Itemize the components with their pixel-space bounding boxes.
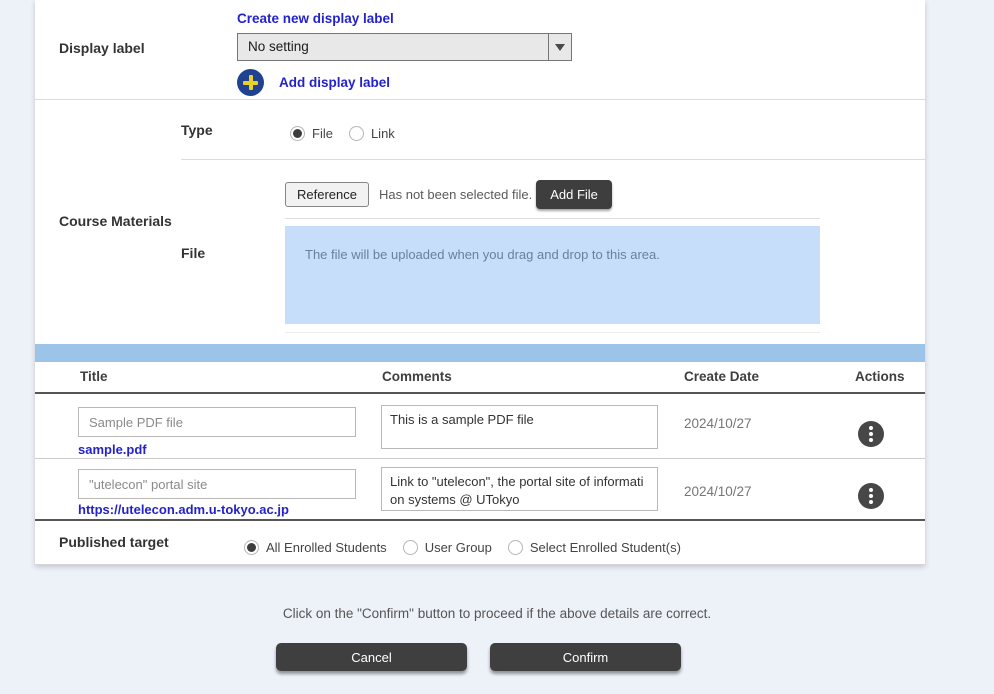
display-label-select[interactable]: No setting xyxy=(237,33,572,61)
materials-table-header: Title Comments Create Date Actions xyxy=(35,362,925,394)
create-date: 2024/10/27 xyxy=(684,416,752,431)
comment-box[interactable]: Link to "utelecon", the portal site of i… xyxy=(381,467,658,511)
radio-select-enrolled-students[interactable] xyxy=(508,540,523,555)
no-file-selected-text: Has not been selected file. xyxy=(379,187,532,202)
display-label-content: Create new display label No setting Add … xyxy=(237,10,572,96)
type-radio-group: File Link xyxy=(290,126,395,141)
display-label-heading: Display label xyxy=(59,40,145,56)
file-heading: File xyxy=(181,245,205,261)
title-input[interactable] xyxy=(78,469,356,499)
column-header-comments: Comments xyxy=(382,362,452,392)
reference-button[interactable]: Reference xyxy=(285,182,369,207)
file-link[interactable]: https://utelecon.adm.u-tokyo.ac.jp xyxy=(78,502,289,517)
radio-select-enrolled-students-label: Select Enrolled Student(s) xyxy=(530,540,681,555)
display-label-section: Display label Create new display label N… xyxy=(35,0,925,100)
display-label-select-value: No setting xyxy=(238,34,548,60)
radio-type-file[interactable] xyxy=(290,126,305,141)
create-new-display-label-link[interactable]: Create new display label xyxy=(237,11,394,26)
radio-all-enrolled-students-label: All Enrolled Students xyxy=(266,540,387,555)
kebab-menu-icon[interactable] xyxy=(858,421,884,447)
form-panel: Display label Create new display label N… xyxy=(35,0,925,565)
file-reference-row: Reference Has not been selected file. Ad… xyxy=(285,180,612,209)
plus-icon[interactable] xyxy=(237,69,264,96)
divider xyxy=(285,332,820,333)
column-header-create-date: Create Date xyxy=(684,362,759,392)
radio-type-file-label: File xyxy=(312,126,333,141)
select-dropdown-button[interactable] xyxy=(548,34,571,60)
title-input[interactable] xyxy=(78,407,356,437)
add-display-label-link[interactable]: Add display label xyxy=(279,75,390,90)
type-section: Type File Link xyxy=(35,100,925,160)
published-target-heading: Published target xyxy=(59,534,169,550)
column-header-title: Title xyxy=(80,362,108,392)
confirm-button[interactable]: Confirm xyxy=(490,643,681,671)
radio-all-enrolled-students[interactable] xyxy=(244,540,259,555)
radio-user-group-label: User Group xyxy=(425,540,492,555)
course-materials-section: Course Materials Reference Has not been … xyxy=(35,160,925,344)
cancel-button[interactable]: Cancel xyxy=(276,643,467,671)
create-date: 2024/10/27 xyxy=(684,484,752,499)
type-heading: Type xyxy=(181,122,213,138)
file-link[interactable]: sample.pdf xyxy=(78,442,147,457)
published-target-radio-group: All Enrolled Students User Group Select … xyxy=(244,540,681,555)
published-target-section: Published target All Enrolled Students U… xyxy=(35,521,925,565)
confirm-instruction-text: Click on the "Confirm" button to proceed… xyxy=(0,606,994,621)
radio-user-group[interactable] xyxy=(403,540,418,555)
radio-type-link[interactable] xyxy=(349,126,364,141)
file-dropzone[interactable]: The file will be uploaded when you drag … xyxy=(285,226,820,324)
table-row: sample.pdf This is a sample PDF file 202… xyxy=(35,394,925,459)
table-row: https://utelecon.adm.u-tokyo.ac.jp Link … xyxy=(35,459,925,521)
add-file-button[interactable]: Add File xyxy=(536,180,612,209)
chevron-down-icon xyxy=(555,44,565,51)
table-top-bar xyxy=(35,344,925,362)
kebab-menu-icon[interactable] xyxy=(858,483,884,509)
column-header-actions: Actions xyxy=(855,362,905,392)
course-materials-heading: Course Materials xyxy=(59,213,172,229)
radio-type-link-label: Link xyxy=(371,126,395,141)
add-display-label-row: Add display label xyxy=(237,69,572,96)
comment-box[interactable]: This is a sample PDF file xyxy=(381,405,658,449)
divider xyxy=(285,218,820,219)
